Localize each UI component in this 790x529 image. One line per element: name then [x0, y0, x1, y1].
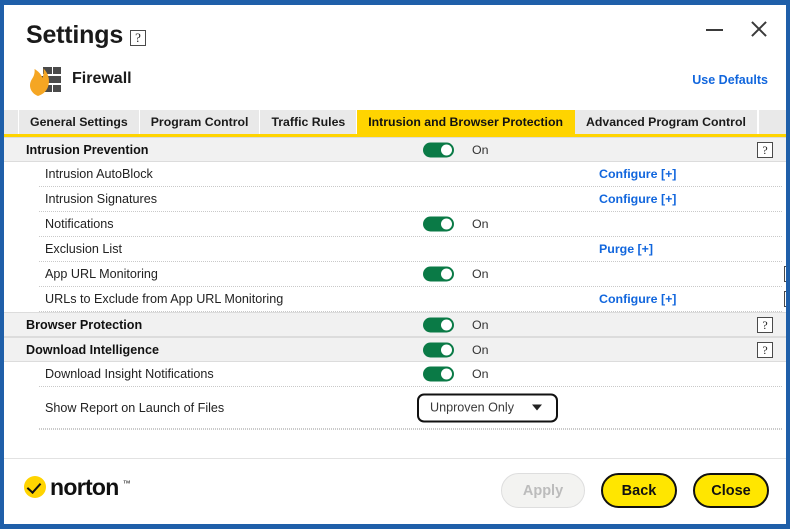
brand-name: norton	[50, 474, 119, 500]
norton-logo: norton ™	[24, 474, 131, 500]
row-label: Exclusion List	[45, 242, 122, 256]
question-mark-icon[interactable]: ?	[757, 141, 773, 158]
row-label: URLs to Exclude from App URL Monitoring	[45, 292, 284, 306]
question-mark-icon[interactable]: ?	[757, 341, 773, 358]
toggle-notifications[interactable]	[423, 216, 454, 232]
question-mark-icon[interactable]: ?	[757, 316, 773, 333]
tab-bar: General Settings Program Control Traffic…	[4, 110, 786, 137]
window-controls	[702, 17, 772, 41]
footer: norton ™ Apply Back Close	[4, 458, 786, 524]
row-label: Intrusion Signatures	[45, 192, 158, 206]
row-label: Intrusion AutoBlock	[45, 167, 153, 181]
toggle-state-label: On	[472, 317, 489, 332]
row-label: Notifications	[45, 217, 114, 231]
row-show-report-on-launch-of-files: Show Report on Launch of Files Unproven …	[39, 387, 782, 429]
close-button[interactable]: Close	[693, 473, 769, 508]
list-bottom-divider	[39, 429, 782, 430]
row-exclusion-list: Exclusion List Purge [+]	[39, 237, 782, 262]
feature-header: Firewall Use Defaults	[4, 57, 786, 110]
brand-trademark: ™	[122, 479, 131, 488]
row-label: Show Report on Launch of Files	[45, 400, 225, 415]
row-download-insight-notifications: Download Insight Notifications On	[39, 362, 782, 387]
toggle-browser-protection[interactable]	[423, 317, 454, 332]
toggle-app-url-monitoring[interactable]	[423, 266, 454, 282]
close-icon[interactable]	[746, 17, 772, 41]
row-urls-to-exclude-from-app-url-monitoring: URLs to Exclude from App URL Monitoring …	[39, 287, 786, 312]
row-download-intelligence: Download Intelligence On ?	[4, 337, 786, 362]
row-label: Browser Protection	[26, 317, 143, 332]
dropdown-selected-value: Unproven Only	[430, 400, 514, 415]
settings-window: Settings ? Firewall Use Defaults General…	[0, 0, 790, 529]
tab-intrusion-and-browser-protection[interactable]: Intrusion and Browser Protection	[357, 110, 575, 134]
minimize-icon[interactable]	[702, 17, 728, 41]
toggle-intrusion-prevention[interactable]	[423, 142, 454, 157]
row-label: Download Intelligence	[26, 342, 159, 357]
use-defaults-link[interactable]: Use Defaults	[692, 73, 768, 87]
chevron-down-icon	[532, 404, 542, 411]
toggle-state-label: On	[472, 342, 489, 357]
configure-link-intrusion-autoblock[interactable]: Configure [+]	[599, 167, 676, 181]
toggle-state-label: On	[472, 217, 489, 231]
back-button[interactable]: Back	[601, 473, 677, 508]
row-browser-protection: Browser Protection On ?	[4, 312, 786, 337]
tab-advanced-program-control[interactable]: Advanced Program Control	[574, 110, 758, 134]
question-mark-icon[interactable]: ?	[130, 30, 146, 46]
apply-button[interactable]: Apply	[501, 473, 585, 508]
row-notifications: Notifications On	[39, 212, 782, 237]
configure-link-intrusion-signatures[interactable]: Configure [+]	[599, 192, 676, 206]
tab-general-settings[interactable]: General Settings	[18, 110, 140, 134]
configure-link-urls-to-exclude[interactable]: Configure [+]	[599, 292, 676, 306]
question-mark-icon[interactable]: ?	[784, 266, 786, 282]
row-label: App URL Monitoring	[45, 267, 158, 281]
toggle-download-insight-notifications[interactable]	[423, 366, 454, 382]
footer-buttons: Apply Back Close	[501, 473, 769, 508]
settings-list: Intrusion Prevention On ? Intrusion Auto…	[4, 137, 786, 430]
row-label: Download Insight Notifications	[45, 367, 214, 381]
toggle-state-label: On	[472, 367, 489, 381]
row-label: Intrusion Prevention	[26, 142, 149, 157]
tab-program-control[interactable]: Program Control	[139, 110, 261, 134]
tab-filler	[757, 110, 786, 134]
toggle-state-label: On	[472, 142, 489, 157]
question-mark-icon[interactable]: ?	[784, 291, 786, 307]
row-intrusion-signatures: Intrusion Signatures Configure [+]	[39, 187, 782, 212]
tab-traffic-rules[interactable]: Traffic Rules	[260, 110, 358, 134]
firewall-flame-wall-icon	[30, 67, 61, 96]
show-report-dropdown[interactable]: Unproven Only	[417, 393, 558, 422]
feature-title: Firewall	[72, 70, 132, 87]
toggle-download-intelligence[interactable]	[423, 342, 454, 357]
row-intrusion-prevention: Intrusion Prevention On ?	[4, 137, 786, 162]
toggle-state-label: On	[472, 267, 489, 281]
page-title: Settings	[26, 21, 124, 49]
title-bar: Settings ?	[4, 5, 786, 57]
row-app-url-monitoring: App URL Monitoring On ?	[39, 262, 786, 287]
row-intrusion-autoblock: Intrusion AutoBlock Configure [+]	[39, 162, 782, 187]
norton-checkmark-icon	[24, 476, 46, 498]
purge-link-exclusion-list[interactable]: Purge [+]	[599, 242, 653, 256]
